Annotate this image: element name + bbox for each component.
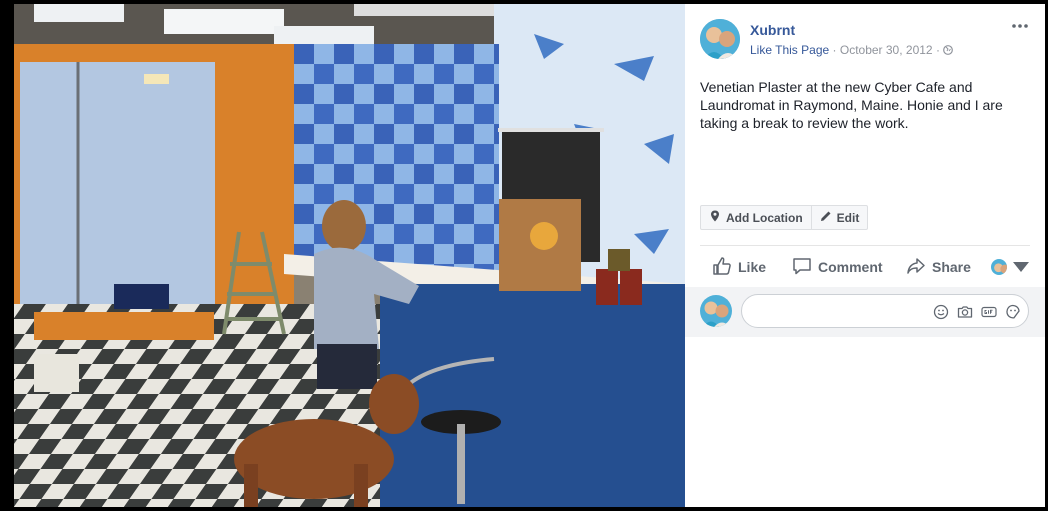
author-avatar[interactable]	[700, 19, 740, 59]
post-date[interactable]: October 30, 2012	[840, 43, 933, 57]
pencil-icon	[820, 210, 837, 225]
edit-button[interactable]: Edit	[810, 206, 868, 229]
comment-button[interactable]: Comment	[792, 249, 883, 285]
author-name[interactable]: Xubrnt	[750, 22, 795, 38]
like-button[interactable]: Like	[712, 249, 766, 285]
comment-icon-tray	[925, 304, 1021, 320]
map-pin-icon	[709, 210, 726, 225]
gif-icon[interactable]	[981, 304, 997, 320]
commenter-avatar	[700, 295, 732, 327]
meta-separator: ·	[832, 43, 837, 57]
caret-down-icon	[1007, 256, 1037, 279]
share-label: Share	[932, 259, 971, 275]
divider	[700, 245, 1030, 246]
sticker-icon[interactable]	[1005, 304, 1021, 320]
add-location-button[interactable]: Add Location	[701, 206, 811, 229]
comment-label: Comment	[818, 259, 883, 275]
thumbs-up-icon	[712, 256, 738, 279]
reaction-audience-selector[interactable]	[991, 249, 1037, 285]
post-meta: Like This Page · October 30, 2012 ·	[750, 43, 954, 57]
speech-bubble-icon	[792, 256, 818, 279]
comment-composer	[685, 287, 1045, 337]
action-bar: Like Comment Share	[700, 249, 1030, 285]
like-label: Like	[738, 259, 767, 275]
post-caption: Venetian Plaster at the new Cyber Cafe a…	[700, 79, 1003, 131]
share-arrow-icon	[906, 256, 932, 279]
camera-icon[interactable]	[957, 304, 973, 320]
user-avatar-small	[991, 259, 1007, 275]
edit-label: Edit	[836, 210, 860, 225]
add-location-label: Add Location	[726, 210, 803, 225]
post-header: Xubrnt Like This Page · October 30, 2012…	[700, 19, 1030, 59]
post-photo[interactable]	[14, 4, 685, 507]
post-side-panel: Xubrnt Like This Page · October 30, 2012…	[685, 4, 1045, 507]
more-options-icon[interactable]	[1010, 19, 1030, 33]
photo-cafe-interior	[14, 4, 685, 507]
share-button[interactable]: Share	[906, 249, 971, 285]
tag-bar: Add Location Edit	[700, 205, 869, 230]
smiley-icon[interactable]	[933, 304, 949, 320]
globe-icon[interactable]	[943, 43, 954, 57]
like-page-link[interactable]: Like This Page	[750, 43, 829, 57]
meta-separator-2: ·	[935, 43, 940, 57]
